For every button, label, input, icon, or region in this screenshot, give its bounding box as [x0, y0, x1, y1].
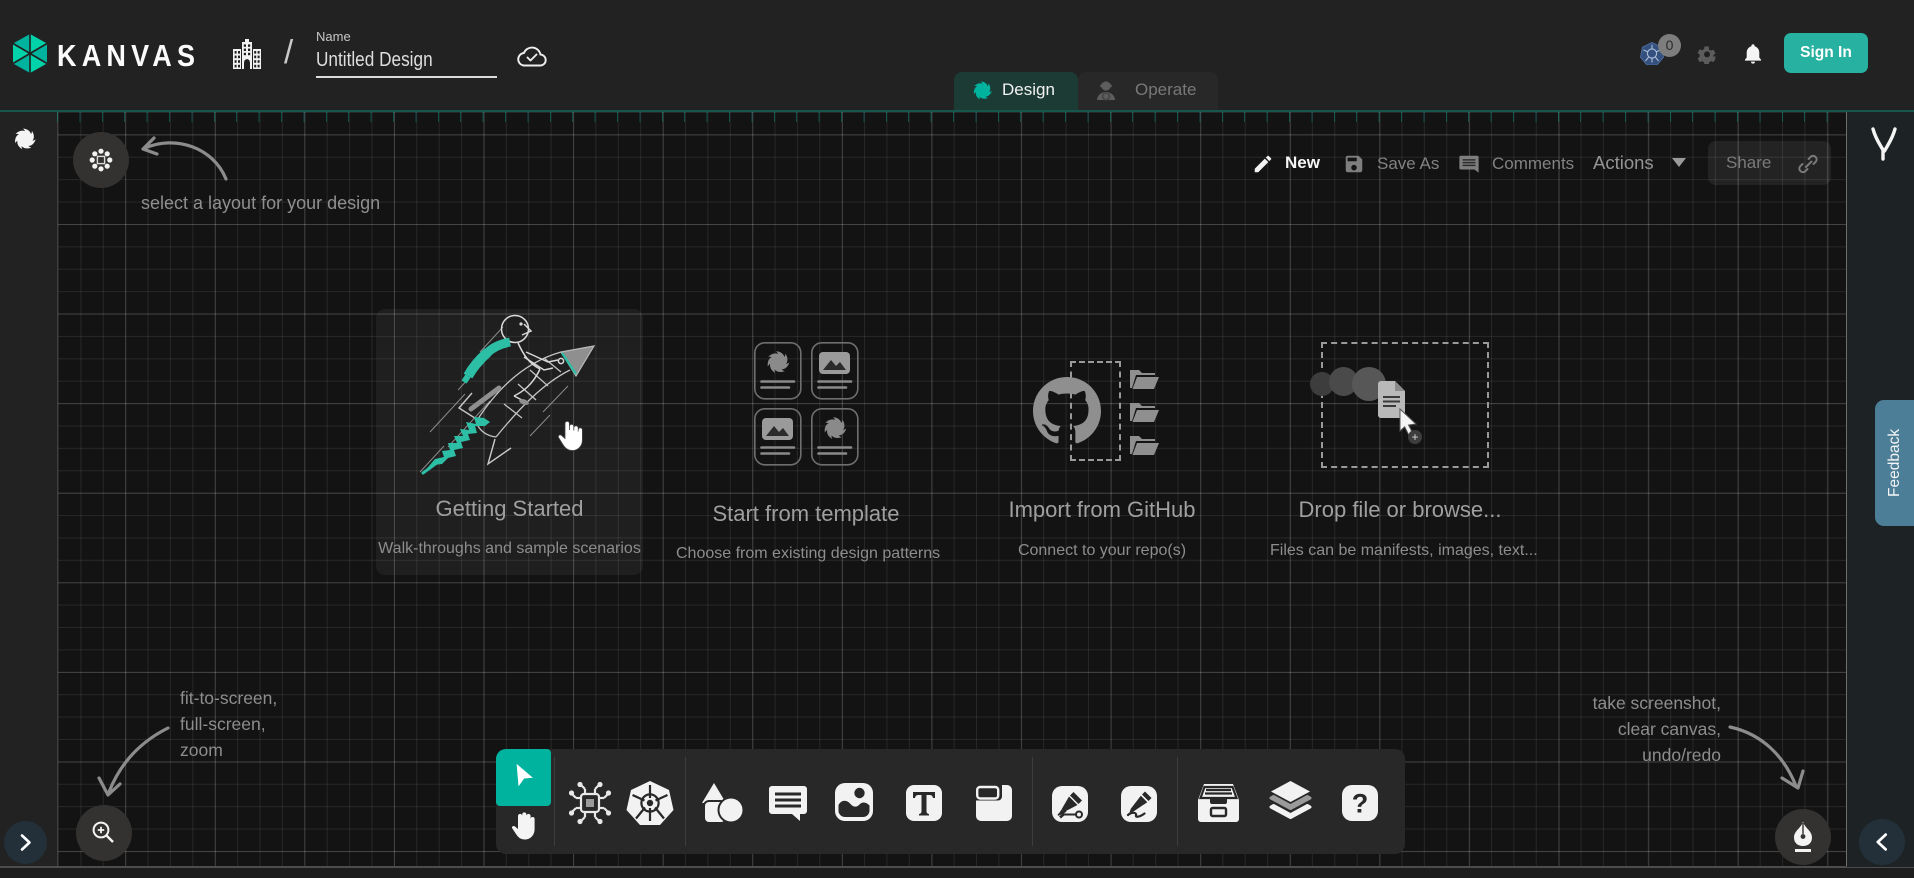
svg-text:?: ?: [1352, 789, 1369, 819]
